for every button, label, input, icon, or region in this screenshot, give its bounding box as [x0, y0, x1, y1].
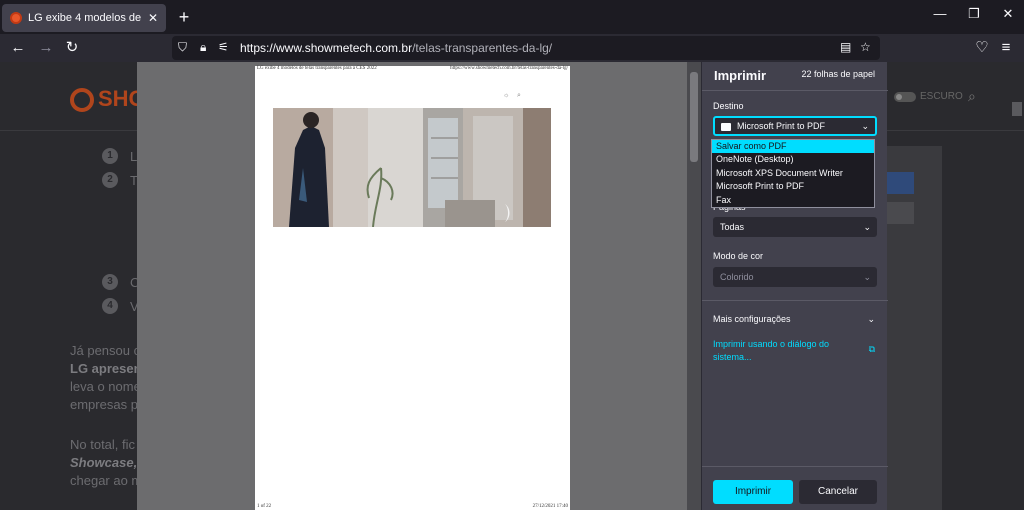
color-mode-select[interactable]: Colorido ⌄	[713, 267, 877, 287]
page-footer-right: 27/12/2021 17:40	[532, 504, 568, 509]
color-mode-label: Modo de cor	[713, 251, 764, 261]
step-number: 3	[102, 274, 118, 290]
dropdown-option[interactable]: Microsoft XPS Document Writer	[712, 167, 874, 180]
paragraph-line: Showcase,	[70, 455, 138, 470]
color-mode-value: Colorido	[720, 272, 754, 282]
print-button[interactable]: Imprimir	[713, 480, 793, 504]
tracking-shield-icon[interactable]: ⛉	[178, 40, 187, 55]
destination-dropdown-list: Salvar como PDF OneNote (Desktop) Micros…	[711, 139, 875, 208]
destination-value: Microsoft Print to PDF	[737, 121, 826, 131]
forward-icon[interactable]: →	[36, 38, 56, 58]
close-tab-icon[interactable]: ✕	[148, 11, 158, 25]
chevron-down-icon: ⌄	[861, 121, 869, 131]
destination-label: Destino	[713, 101, 744, 111]
preview-scroll-thumb[interactable]	[690, 72, 698, 162]
search-icon: ⌕	[517, 92, 521, 99]
showroom-image	[273, 108, 551, 227]
reload-icon[interactable]: ↻	[62, 38, 82, 58]
tab-title: LG exibe 4 modelos de telas tran	[28, 12, 144, 24]
destination-select[interactable]: Microsoft Print to PDF ⌄	[713, 116, 877, 136]
paragraph-line: LG apresent	[70, 361, 146, 376]
site-favicon-icon	[10, 12, 22, 24]
page-header-left: LG exibe 4 modelos de telas transparente…	[257, 66, 377, 71]
printer-icon	[721, 122, 731, 131]
dropdown-option[interactable]: Microsoft Print to PDF	[712, 180, 874, 193]
restore-icon[interactable]: ❐	[964, 6, 984, 22]
chevron-down-icon: ⌄	[863, 272, 871, 282]
paragraph-line: empresas p	[70, 397, 138, 412]
sheet-count: 22 folhas de papel	[801, 69, 875, 79]
site-logo[interactable]: SHO	[70, 86, 146, 113]
pocket-icon[interactable]: ♡	[972, 38, 992, 58]
chevron-down-icon: ⌄	[863, 222, 871, 232]
lock-icon[interactable]: 🔒︎	[200, 40, 206, 55]
permissions-icon[interactable]: ⚟	[218, 40, 229, 54]
system-dialog-link[interactable]: Imprimir usando o diálogo do sistema...	[713, 338, 853, 364]
page-footer-left: 1 of 22	[257, 504, 272, 509]
menu-icon[interactable]: ≡	[996, 38, 1016, 58]
chevron-down-icon[interactable]: ⌄	[867, 314, 875, 325]
search-icon[interactable]: ⌕	[968, 88, 976, 105]
dropdown-option[interactable]: OneNote (Desktop)	[712, 153, 874, 166]
preview-scrollbar[interactable]	[687, 62, 701, 510]
paragraph-line: Já pensou c	[70, 343, 141, 358]
article-paragraph: No total, fic Showcase, chegar ao m	[70, 436, 142, 490]
panel-divider	[702, 466, 888, 467]
close-window-icon[interactable]: ✕	[998, 6, 1018, 22]
dropdown-option[interactable]: Fax	[712, 194, 874, 207]
pages-select[interactable]: Todas ⌄	[713, 217, 877, 237]
print-title: Imprimir	[714, 68, 767, 83]
step-number: 1	[102, 148, 118, 164]
url-bar[interactable]: ⛉ 🔒︎ ⚟ https://www.showmetech.com.br/tel…	[172, 36, 880, 60]
new-tab-button[interactable]: +	[176, 6, 192, 28]
logo-ring-icon	[70, 88, 94, 113]
more-settings-toggle[interactable]: Mais configurações	[713, 314, 791, 324]
pages-value: Todas	[720, 222, 745, 232]
paragraph-line: chegar ao m	[70, 473, 143, 488]
panel-divider	[702, 90, 888, 91]
dropdown-option[interactable]: Salvar como PDF	[712, 140, 874, 154]
article-photo	[273, 108, 551, 227]
cancel-button[interactable]: Cancelar	[799, 480, 877, 504]
article-paragraph: Já pensou c LG apresent leva o nome empr…	[70, 342, 146, 414]
paragraph-line: leva o nome	[70, 379, 141, 394]
dark-mode-toggle[interactable]	[894, 92, 916, 102]
step-number: 4	[102, 298, 118, 314]
sun-icon: ☼	[503, 92, 510, 99]
bookmark-star-icon[interactable]: ☆	[860, 40, 871, 54]
preview-page: LG exibe 4 modelos de telas transparente…	[255, 66, 570, 510]
external-link-icon[interactable]: ⧉	[869, 344, 875, 355]
tab-active[interactable]: LG exibe 4 modelos de telas tran ✕	[2, 4, 166, 32]
step-number: 2	[102, 172, 118, 188]
navigation-toolbar: ← → ↻ ⛉ 🔒︎ ⚟ https://www.showmetech.com.…	[0, 34, 1024, 62]
print-settings-panel: Imprimir 22 folhas de papel Destino Micr…	[701, 62, 888, 510]
url-host: https://www.showmetech.com.br	[240, 41, 413, 55]
page-scrollbar[interactable]	[1012, 102, 1022, 116]
sidebar-card	[880, 146, 942, 510]
tab-strip: LG exibe 4 modelos de telas tran ✕ + — ❐…	[0, 0, 1024, 34]
back-icon[interactable]: ←	[8, 38, 28, 58]
minimize-icon[interactable]: —	[930, 6, 950, 21]
reader-view-icon[interactable]: ▤	[840, 40, 851, 54]
url-path: /telas-transparentes-da-lg/	[412, 41, 553, 55]
page-header-right: https://www.showmetech.com.br/telas-tran…	[450, 66, 568, 71]
paragraph-line: No total, fic	[70, 437, 136, 452]
panel-divider	[702, 300, 888, 301]
dark-mode-label: ESCURO	[920, 91, 963, 102]
url-text[interactable]: https://www.showmetech.com.br/telas-tran…	[240, 41, 552, 55]
